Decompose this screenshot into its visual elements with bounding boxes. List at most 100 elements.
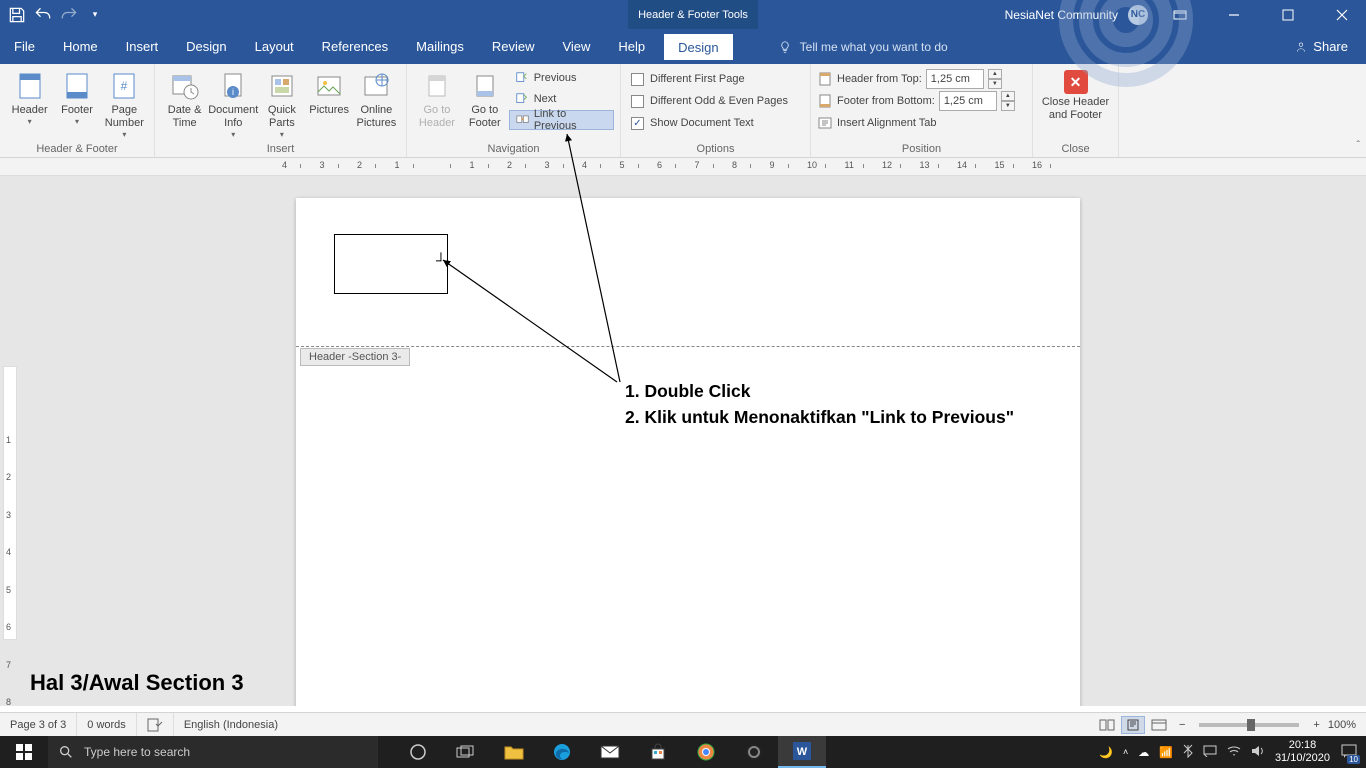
status-words[interactable]: 0 words — [77, 713, 137, 736]
checkbox-checked-icon: ✓ — [631, 117, 644, 130]
share-icon — [1294, 40, 1308, 54]
obs-icon[interactable] — [730, 736, 778, 768]
task-view-icon[interactable] — [442, 736, 490, 768]
edge-icon[interactable] — [538, 736, 586, 768]
link-to-previous-button[interactable]: Link to Previous — [509, 110, 614, 130]
goto-footer-button[interactable]: Go to Footer — [461, 66, 509, 130]
goto-header-button[interactable]: Go to Header — [413, 66, 461, 130]
tray-onedrive-icon[interactable]: ☁ — [1138, 746, 1149, 759]
status-proofing-icon[interactable] — [137, 713, 174, 736]
svg-text:#: # — [121, 79, 128, 93]
user-avatar[interactable]: NC — [1128, 5, 1148, 25]
ruler-horizontal[interactable]: 432112345678910111213141516 — [0, 158, 1366, 176]
goto-footer-icon — [469, 70, 501, 102]
header-boundary-line — [296, 346, 1080, 347]
document-info-button[interactable]: i Document Info — [208, 66, 258, 139]
date-time-button[interactable]: Date & Time — [161, 66, 208, 130]
user-name[interactable]: NesiaNet Community — [1005, 8, 1118, 22]
tab-review[interactable]: Review — [478, 29, 549, 64]
footer-button[interactable]: Footer — [53, 66, 100, 126]
tab-hf-design[interactable]: Design — [663, 33, 733, 60]
tray-language-icon[interactable] — [1203, 745, 1217, 760]
qat-dropdown-icon[interactable]: ▾ — [84, 4, 106, 26]
header-icon — [14, 70, 46, 102]
mail-icon[interactable] — [586, 736, 634, 768]
zoom-out-button[interactable]: − — [1179, 719, 1185, 731]
previous-button[interactable]: Previous — [509, 68, 614, 88]
tab-view[interactable]: View — [548, 29, 604, 64]
close-header-footer-button[interactable]: ✕ Close Headerand Footer — [1039, 66, 1112, 122]
tab-help[interactable]: Help — [604, 29, 659, 64]
header-content-box[interactable] — [334, 234, 448, 294]
tray-wifi-icon[interactable] — [1227, 745, 1241, 760]
page[interactable]: ┘ Header -Section 3- — [296, 198, 1080, 706]
status-language[interactable]: English (Indonesia) — [174, 713, 288, 736]
different-odd-even-checkbox[interactable]: Different Odd & Even Pages — [627, 90, 792, 112]
read-mode-icon[interactable] — [1095, 716, 1119, 734]
tray-bluetooth-icon[interactable] — [1183, 744, 1193, 761]
tray-clock[interactable]: 20:18 31/10/2020 — [1275, 739, 1330, 765]
cortana-icon[interactable] — [394, 736, 442, 768]
search-placeholder: Type here to search — [84, 745, 190, 759]
tab-layout[interactable]: Layout — [241, 29, 308, 64]
spin-up[interactable]: ▲ — [988, 69, 1002, 79]
pictures-button[interactable]: Pictures — [306, 66, 353, 117]
ruler-vertical[interactable]: 12345678910 — [3, 366, 17, 640]
zoom-slider[interactable] — [1199, 723, 1299, 727]
collapse-ribbon-icon[interactable]: ˆ — [1357, 140, 1360, 151]
tab-design[interactable]: Design — [172, 29, 240, 64]
tab-home[interactable]: Home — [49, 29, 112, 64]
tray-chevron-icon[interactable]: ˄ — [1123, 747, 1128, 757]
ribbon-display-icon[interactable] — [1158, 0, 1202, 29]
save-icon[interactable] — [6, 4, 28, 26]
zoom-in-button[interactable]: + — [1313, 719, 1319, 731]
quick-parts-button[interactable]: Quick Parts — [258, 66, 305, 139]
store-icon[interactable] — [634, 736, 682, 768]
next-button[interactable]: Next — [509, 89, 614, 109]
tray-network-icon[interactable]: 📶 — [1159, 746, 1173, 759]
zoom-level[interactable]: 100% — [1328, 719, 1356, 731]
spin-up[interactable]: ▲ — [1001, 91, 1015, 101]
web-layout-icon[interactable] — [1147, 716, 1171, 734]
status-page[interactable]: Page 3 of 3 — [0, 713, 77, 736]
redo-icon[interactable] — [58, 4, 80, 26]
tell-me-search[interactable]: Tell me what you want to do — [778, 29, 948, 64]
taskbar-search[interactable]: Type here to search — [48, 736, 378, 768]
spin-down[interactable]: ▼ — [1001, 101, 1015, 111]
undo-icon[interactable] — [32, 4, 54, 26]
header-top-input[interactable]: 1,25 cm — [926, 69, 984, 89]
pictures-icon — [313, 70, 345, 102]
tab-mailings[interactable]: Mailings — [402, 29, 478, 64]
maximize-button[interactable] — [1266, 0, 1310, 29]
footer-bottom-icon — [817, 93, 833, 109]
share-button[interactable]: Share — [1276, 29, 1366, 64]
notifications-icon[interactable]: 10 — [1340, 743, 1358, 762]
date-time-icon — [169, 70, 201, 102]
tab-insert[interactable]: Insert — [112, 29, 173, 64]
footer-bottom-input[interactable]: 1,25 cm — [939, 91, 997, 111]
page-number-button[interactable]: # Page Number — [101, 66, 148, 139]
close-button[interactable] — [1320, 0, 1364, 29]
group-label-position: Position — [817, 141, 1026, 157]
tab-references[interactable]: References — [308, 29, 402, 64]
spin-down[interactable]: ▼ — [988, 79, 1002, 89]
tray-volume-icon[interactable] — [1251, 745, 1265, 760]
start-button[interactable] — [0, 736, 48, 768]
online-pictures-icon — [360, 70, 392, 102]
tray-weather-icon[interactable]: 🌙 — [1099, 746, 1113, 759]
chrome-icon[interactable] — [682, 736, 730, 768]
different-first-page-checkbox[interactable]: Different First Page — [627, 68, 792, 90]
header-button[interactable]: Header — [6, 66, 53, 126]
minimize-button[interactable] — [1212, 0, 1256, 29]
ribbon: Header Footer # Page Number Header & Foo… — [0, 64, 1366, 158]
file-explorer-icon[interactable] — [490, 736, 538, 768]
insert-alignment-tab-button[interactable]: Insert Alignment Tab — [817, 112, 1015, 134]
word-icon[interactable]: W — [778, 736, 826, 768]
show-document-text-checkbox[interactable]: ✓Show Document Text — [627, 112, 792, 134]
group-label-hf: Header & Footer — [6, 141, 148, 157]
print-layout-icon[interactable] — [1121, 716, 1145, 734]
status-bar: Page 3 of 3 0 words English (Indonesia) … — [0, 712, 1366, 736]
page-number-icon: # — [108, 70, 140, 102]
online-pictures-button[interactable]: Online Pictures — [353, 66, 400, 130]
tab-file[interactable]: File — [0, 29, 49, 64]
